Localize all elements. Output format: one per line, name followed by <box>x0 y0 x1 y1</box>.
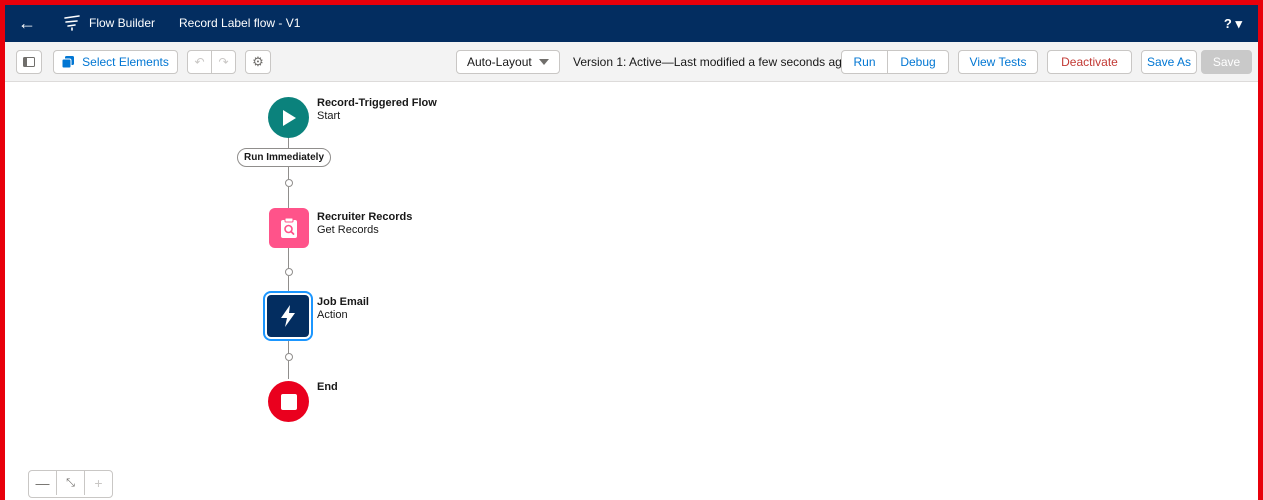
app-name: Flow Builder <box>89 16 156 30</box>
view-tests-button[interactable]: View Tests <box>958 50 1038 74</box>
undo-button[interactable]: ↶ <box>187 50 212 74</box>
stop-icon <box>280 393 297 410</box>
play-icon <box>282 109 296 126</box>
run-immediately-path[interactable]: Run Immediately <box>237 148 332 167</box>
end-node-title: End <box>317 381 338 393</box>
select-elements-button[interactable]: Select Elements <box>53 50 178 74</box>
action-node-label: Job Email Action <box>317 296 369 322</box>
save-button[interactable]: Save <box>1201 50 1252 74</box>
add-element-node[interactable] <box>285 179 293 187</box>
get-records-title: Recruiter Records <box>317 211 413 223</box>
get-records-node[interactable] <box>269 208 309 248</box>
end-node[interactable] <box>268 381 309 422</box>
flow-name: Record Label flow - V1 <box>179 16 301 30</box>
lightning-icon <box>281 305 295 327</box>
connector-line <box>288 246 289 269</box>
header-bar: ← Flow Builder Record Label flow - V1 ? … <box>5 5 1258 42</box>
chevron-down-icon <box>539 59 549 65</box>
run-button[interactable]: Run <box>841 50 888 74</box>
layout-select[interactable]: Auto-Layout <box>456 50 560 74</box>
action-node[interactable] <box>267 295 309 337</box>
help-menu-button[interactable]: ? ▾ <box>1224 5 1242 42</box>
get-records-subtitle: Get Records <box>317 224 379 236</box>
add-element-node[interactable] <box>285 353 293 361</box>
layout-select-value: Auto-Layout <box>467 55 532 69</box>
flow-canvas[interactable]: Record-Triggered Flow Start Run Immediat… <box>5 82 1258 500</box>
undo-icon: ↶ <box>194 55 205 69</box>
select-elements-label: Select Elements <box>82 55 169 69</box>
debug-button[interactable]: Debug <box>887 50 949 74</box>
zoom-controls: — ⤡ + <box>28 470 113 498</box>
flow-builder-logo-icon <box>64 15 80 31</box>
end-node-label: End <box>317 381 338 394</box>
redo-icon: ↷ <box>218 55 229 69</box>
start-node-subtitle: Start <box>317 110 341 122</box>
clipboard-search-icon <box>281 217 297 238</box>
toggle-panel-button[interactable] <box>16 50 42 74</box>
toolbar: Select Elements ↶ ↷ ⚙ Auto-Layout Versio… <box>5 42 1258 82</box>
start-node-label: Record-Triggered Flow Start <box>317 97 437 123</box>
redo-button[interactable]: ↷ <box>211 50 236 74</box>
save-as-button[interactable]: Save As <box>1141 50 1197 74</box>
connector-line <box>288 361 289 379</box>
action-node-subtitle: Action <box>317 309 348 321</box>
action-node-title: Job Email <box>317 296 369 308</box>
deactivate-button[interactable]: Deactivate <box>1047 50 1132 74</box>
get-records-label: Recruiter Records Get Records <box>317 211 412 237</box>
start-node[interactable] <box>268 97 309 138</box>
zoom-out-button[interactable]: — <box>29 471 57 495</box>
panel-icon <box>23 57 35 67</box>
back-arrow-icon[interactable]: ← <box>15 5 39 42</box>
select-elements-icon <box>62 56 75 68</box>
connector-line <box>288 187 289 208</box>
connector-line <box>288 276 289 292</box>
gear-icon: ⚙ <box>252 54 264 69</box>
start-node-title: Record-Triggered Flow <box>317 97 437 109</box>
settings-button[interactable]: ⚙ <box>245 50 271 74</box>
version-status: Version 1: Active—Last modified a few se… <box>573 55 849 69</box>
connector-line <box>288 338 289 354</box>
add-element-node[interactable] <box>285 268 293 276</box>
zoom-in-button[interactable]: + <box>85 471 112 495</box>
fit-to-view-button[interactable]: ⤡ <box>57 471 85 495</box>
